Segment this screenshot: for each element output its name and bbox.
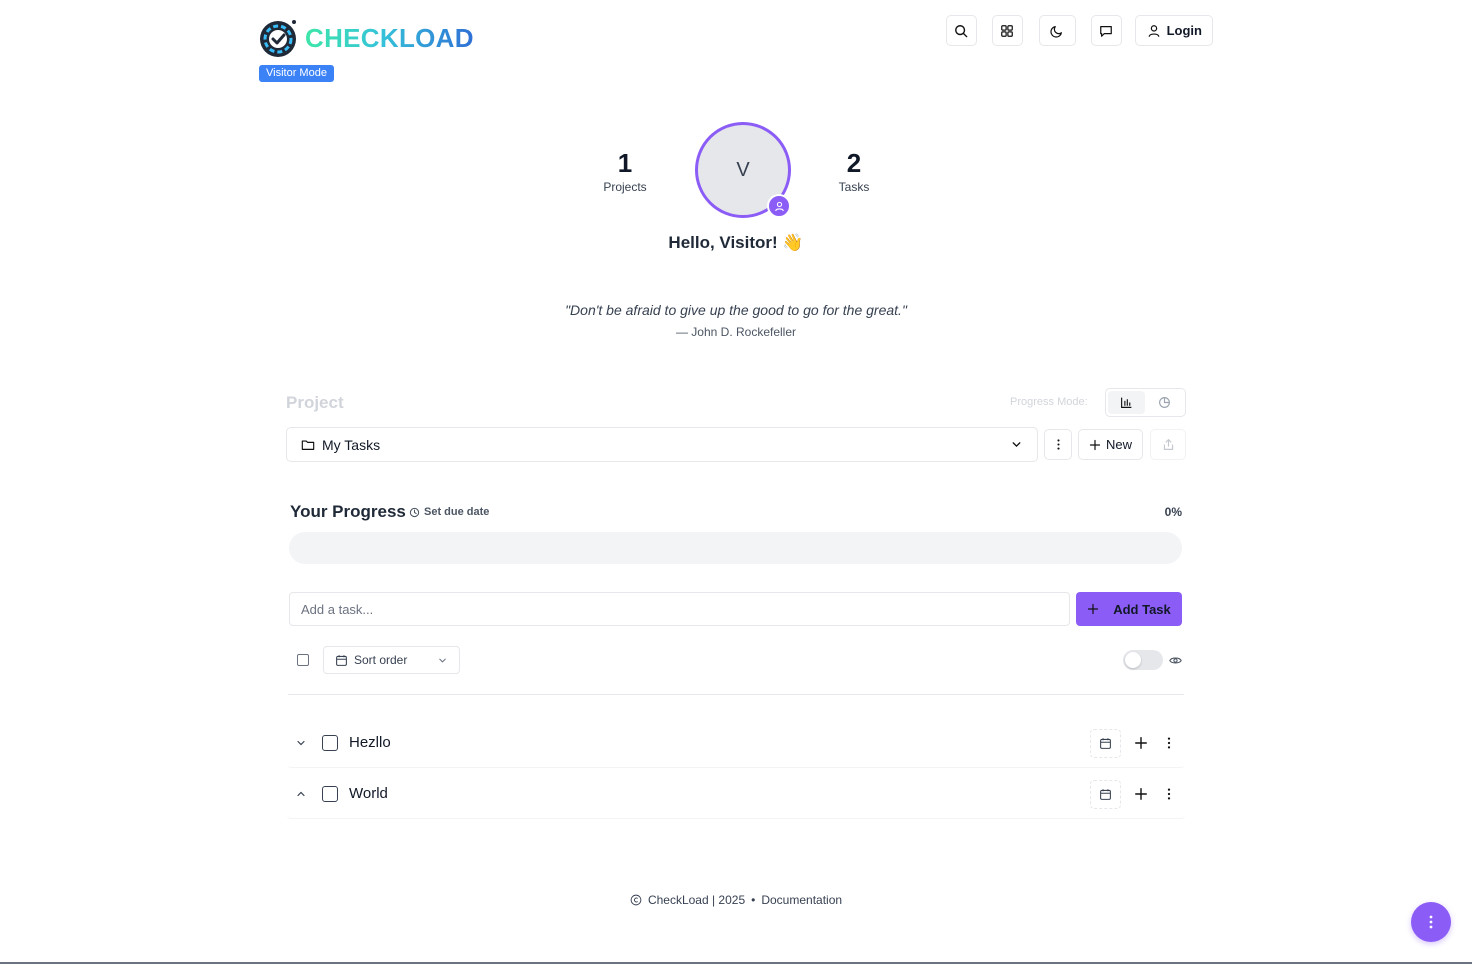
- greeting: Hello, Visitor! 👋: [668, 233, 804, 252]
- brand-logo[interactable]: CHECKLOAD: [258, 18, 474, 58]
- projects-count: 1: [617, 148, 633, 178]
- grid-icon: [1001, 24, 1013, 37]
- documentation-link[interactable]: Documentation: [761, 893, 842, 907]
- copyright-icon: [630, 894, 642, 906]
- theme-toggle-button[interactable]: [1038, 15, 1076, 46]
- calendar-icon: [1100, 738, 1111, 749]
- due-date-label: Set due date: [424, 506, 490, 518]
- chevron-down-icon: [439, 658, 446, 663]
- calendar-icon: [336, 654, 347, 666]
- moon-icon: [1050, 25, 1063, 38]
- calendar-icon: [1100, 789, 1111, 800]
- clock-icon: [409, 507, 420, 517]
- selected-project: My Tasks: [322, 436, 381, 453]
- user-icon: [1148, 24, 1160, 37]
- visitor-mode-badge: Visitor Mode: [259, 65, 334, 82]
- task-row: Hezllo: [287, 720, 1185, 768]
- user-icon: [774, 201, 784, 211]
- add-task-label: Add Task: [1113, 601, 1171, 617]
- quote-text: "Don't be afraid to give up the good to …: [565, 302, 907, 318]
- top-actions: Login: [945, 15, 1213, 46]
- task-checkbox[interactable]: [322, 735, 338, 751]
- progress-mode-toggle: [1105, 388, 1186, 417]
- progress-bar: [289, 532, 1182, 564]
- projects-stat: 1 Projects: [585, 148, 665, 194]
- brand-name: CHECKLOAD: [305, 22, 474, 53]
- more-vertical-icon: [1429, 915, 1433, 929]
- sort-order-select[interactable]: Sort order: [323, 646, 460, 674]
- share-icon: [1163, 439, 1173, 450]
- chevron-down-icon[interactable]: [295, 737, 307, 749]
- footer: CheckLoad | 2025 • Documentation: [0, 893, 1472, 907]
- chevron-up-icon[interactable]: [295, 788, 307, 800]
- chevron-down-icon: [1012, 442, 1021, 448]
- login-label: Login: [1166, 23, 1202, 38]
- new-label: New: [1105, 437, 1132, 452]
- task-row: World: [287, 771, 1185, 819]
- project-heading: Project: [286, 393, 344, 412]
- add-subtask-icon[interactable]: [1134, 736, 1148, 750]
- progress-percent: 0%: [1164, 505, 1182, 519]
- copyright-text: CheckLoad | 2025: [647, 893, 746, 907]
- folder-icon: [301, 439, 315, 450]
- eye-icon: [1169, 657, 1182, 664]
- avatar-initial: V: [736, 158, 750, 181]
- task-name[interactable]: World: [349, 785, 388, 802]
- toggle-knob: [1125, 652, 1141, 668]
- bar-chart-icon: [1120, 397, 1132, 408]
- select-all-checkbox[interactable]: [297, 654, 309, 666]
- task-name[interactable]: Hezllo: [349, 734, 391, 751]
- task-checkbox[interactable]: [322, 786, 338, 802]
- add-task-input[interactable]: [289, 592, 1070, 626]
- progress-title: Your Progress: [290, 502, 406, 521]
- footer-separator: •: [751, 893, 756, 907]
- project-menu-button[interactable]: [1044, 429, 1072, 460]
- task-due-date-button[interactable]: [1090, 729, 1121, 758]
- feedback-button[interactable]: [1090, 15, 1122, 46]
- sort-order-label: Sort order: [354, 653, 408, 667]
- plus-icon: [1089, 439, 1101, 450]
- tasks-count: 2: [846, 148, 862, 178]
- pie-chart-icon: [1159, 397, 1171, 408]
- search-icon: [955, 24, 968, 37]
- floating-menu-button[interactable]: [1411, 902, 1451, 942]
- tasks-stat: 2 Tasks: [814, 148, 894, 194]
- tasks-label: Tasks: [838, 180, 870, 194]
- login-button[interactable]: Login: [1134, 15, 1213, 46]
- avatar-user-badge: [767, 194, 791, 218]
- projects-label: Projects: [603, 180, 647, 194]
- divider: [288, 694, 1184, 695]
- progress-mode-label: Progress Mode:: [1010, 396, 1088, 408]
- share-button[interactable]: [1150, 429, 1186, 460]
- plus-icon: [1088, 603, 1099, 615]
- set-due-date-button[interactable]: Set due date: [409, 506, 489, 518]
- add-subtask-icon[interactable]: [1134, 787, 1148, 801]
- new-project-button[interactable]: New: [1078, 429, 1143, 460]
- pie-mode-option[interactable]: [1147, 391, 1184, 414]
- checkload-logo-icon: [258, 18, 298, 58]
- add-task-button[interactable]: Add Task: [1076, 592, 1182, 626]
- search-button[interactable]: [945, 15, 977, 46]
- bar-mode-option[interactable]: [1108, 391, 1145, 414]
- more-vertical-icon[interactable]: [1162, 787, 1176, 801]
- project-select[interactable]: My Tasks: [286, 427, 1038, 462]
- task-due-date-button[interactable]: [1090, 780, 1121, 809]
- more-vertical-icon: [1056, 439, 1060, 450]
- show-completed-toggle[interactable]: [1123, 650, 1163, 670]
- message-icon: [1100, 25, 1112, 37]
- apps-button[interactable]: [991, 15, 1023, 46]
- more-vertical-icon[interactable]: [1162, 736, 1176, 750]
- quote-author: — John D. Rockefeller: [675, 325, 797, 339]
